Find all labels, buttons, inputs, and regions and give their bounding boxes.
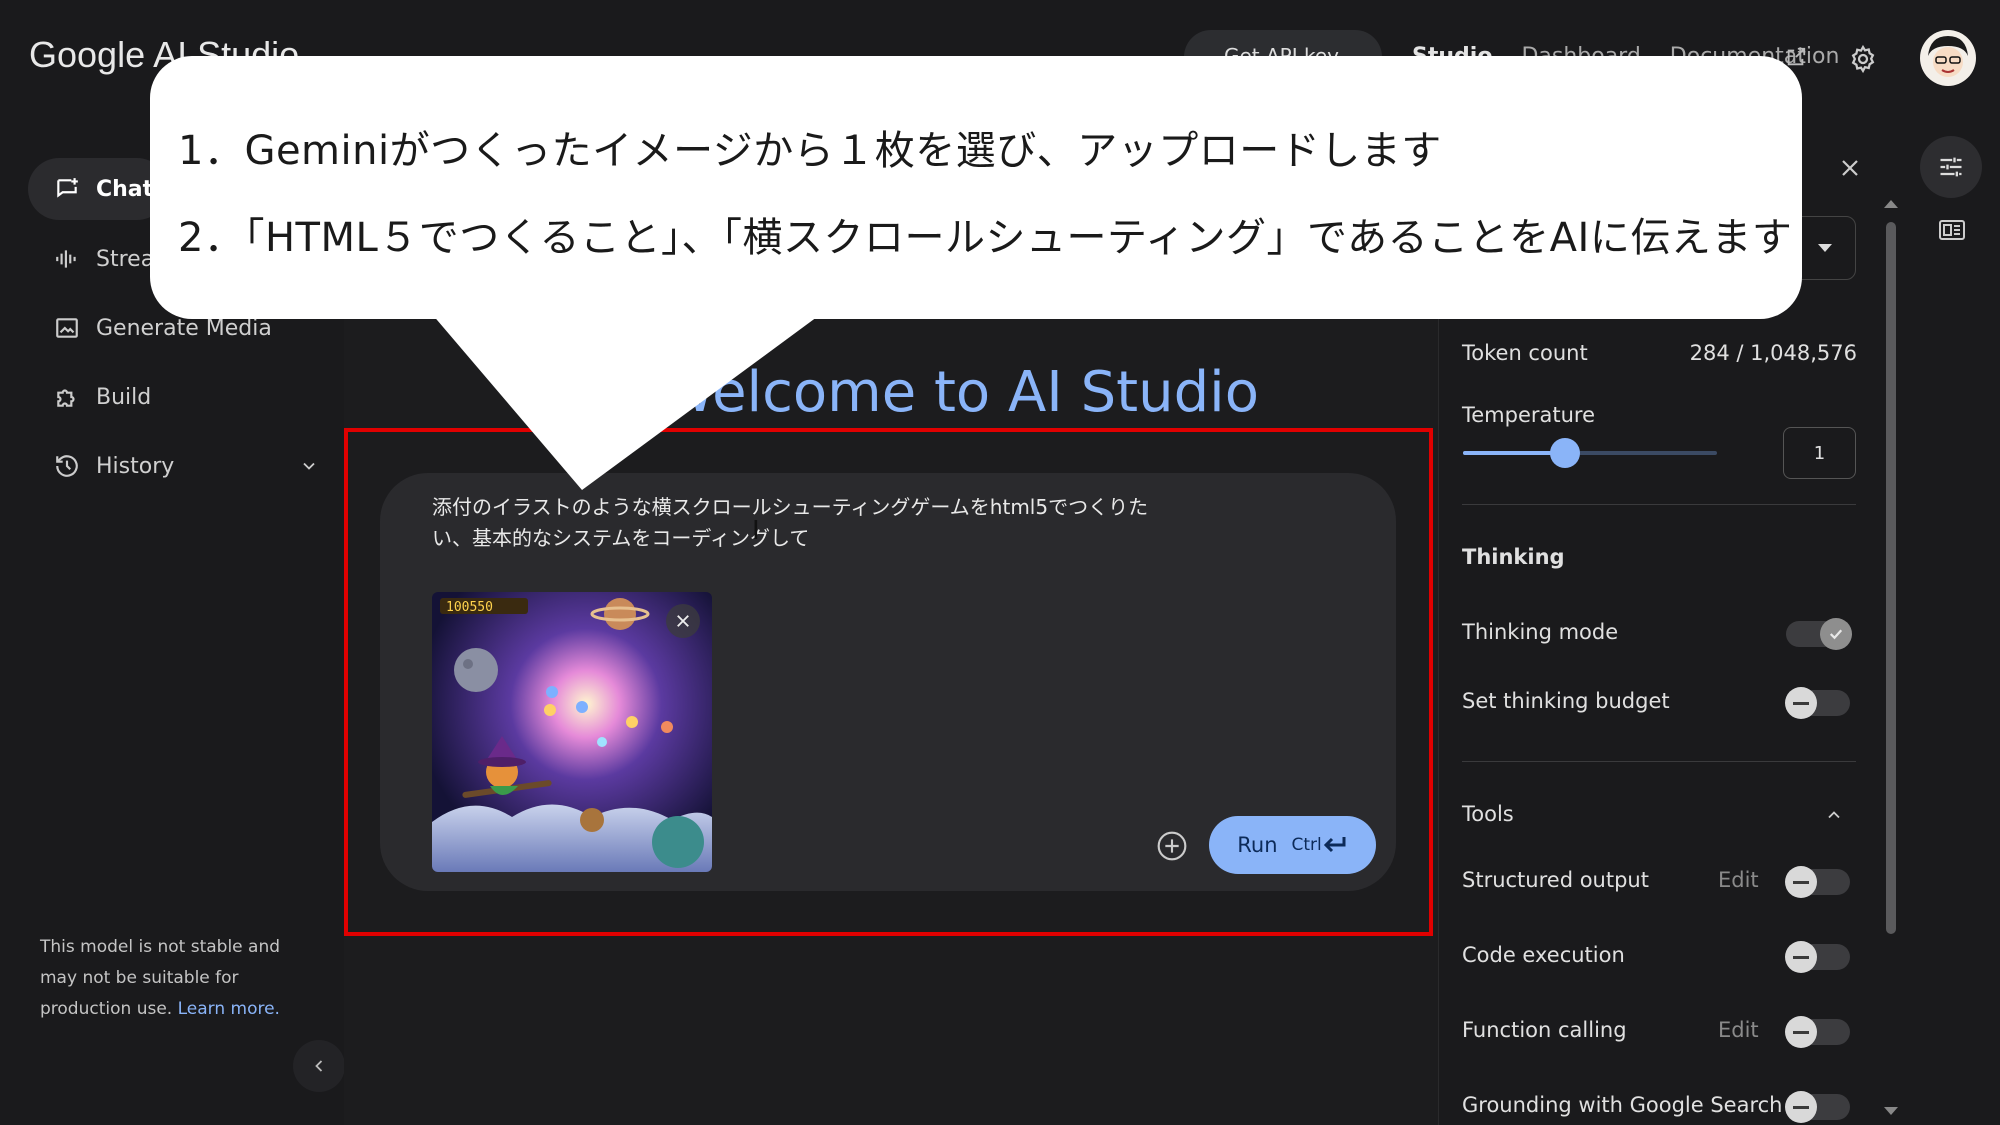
- chevron-up-icon[interactable]: [1824, 805, 1844, 829]
- code-execution-label: Code execution: [1462, 943, 1625, 967]
- user-avatar[interactable]: [1920, 30, 1976, 86]
- code-execution-toggle[interactable]: [1785, 941, 1850, 973]
- sidebar-item-label: Build: [96, 384, 152, 410]
- sidebar-item-build[interactable]: Build: [28, 366, 338, 428]
- grounding-toggle[interactable]: [1785, 1091, 1850, 1123]
- thinking-budget-label: Set thinking budget: [1462, 689, 1670, 713]
- image-icon: [56, 318, 78, 338]
- collapse-sidebar-button[interactable]: [293, 1040, 345, 1092]
- chat-icon: [57, 178, 78, 198]
- temperature-slider-handle[interactable]: [1549, 438, 1580, 468]
- caret-down-icon: [1818, 244, 1832, 252]
- thinking-mode-label: Thinking mode: [1462, 620, 1619, 644]
- structured-output-toggle[interactable]: [1785, 866, 1850, 898]
- settings-gear-icon[interactable]: [1848, 44, 1878, 78]
- temperature-label: Temperature: [1462, 403, 1596, 427]
- structured-output-label: Structured output: [1462, 868, 1649, 892]
- chevron-down-icon[interactable]: [299, 456, 319, 476]
- learn-more-link[interactable]: Learn more.: [178, 999, 280, 1019]
- tools-heading: Tools: [1462, 802, 1514, 826]
- chevron-left-icon: [315, 1060, 323, 1072]
- callout-step-1: 1．Geminiがつくったイメージから１枚を選び、アップロードします: [178, 128, 1442, 174]
- token-count-value: 284 / 1,048,576: [1689, 341, 1857, 365]
- model-disclaimer: This model is not stable and may not be …: [40, 932, 310, 1025]
- sidebar-item-history[interactable]: History: [28, 435, 338, 497]
- divider: [1462, 761, 1856, 762]
- annotation-callout: [150, 56, 1802, 319]
- welcome-title: Welcome to AI Studio: [660, 360, 1259, 425]
- sidebar-item-chat[interactable]: Chat: [28, 158, 168, 220]
- scroll-down-arrow[interactable]: [1884, 1107, 1898, 1115]
- sidebar-item-label: History: [96, 453, 175, 479]
- scroll-up-arrow[interactable]: [1884, 200, 1898, 208]
- panel-scrollbar[interactable]: [1886, 222, 1896, 934]
- structured-output-edit-link[interactable]: Edit: [1718, 868, 1759, 892]
- function-calling-toggle[interactable]: [1785, 1016, 1850, 1048]
- waveform-icon: [56, 250, 76, 268]
- check-icon: [1820, 618, 1852, 650]
- function-calling-edit-link[interactable]: Edit: [1718, 1018, 1759, 1042]
- history-icon: [56, 455, 78, 477]
- token-count-label: Token count: [1462, 341, 1588, 365]
- annotation-highlight-box: [344, 428, 1433, 936]
- thinking-budget-toggle[interactable]: [1785, 687, 1850, 719]
- thinking-mode-toggle[interactable]: [1786, 618, 1852, 650]
- sidebar-item-label: Generate Media: [96, 315, 272, 341]
- close-panel-button[interactable]: [1838, 156, 1862, 184]
- text-cursor-icon: I: [752, 516, 760, 546]
- layout-icon[interactable]: [1938, 218, 1966, 246]
- close-icon: [1842, 160, 1858, 176]
- function-calling-label: Function calling: [1462, 1018, 1627, 1042]
- callout-step-2: 2．「HTML５でつくること」、「横スクロールシューティング」であることをAIに…: [178, 215, 1793, 261]
- run-settings-toggle-button[interactable]: [1920, 136, 1982, 198]
- thinking-heading: Thinking: [1462, 545, 1565, 569]
- grounding-label: Grounding with Google Search: [1462, 1093, 1783, 1117]
- sidebar-item-label: Chat: [96, 176, 154, 202]
- tune-icon: [1940, 157, 1962, 177]
- temperature-input[interactable]: 1: [1783, 427, 1856, 479]
- puzzle-icon: [57, 389, 75, 407]
- divider: [1462, 504, 1856, 505]
